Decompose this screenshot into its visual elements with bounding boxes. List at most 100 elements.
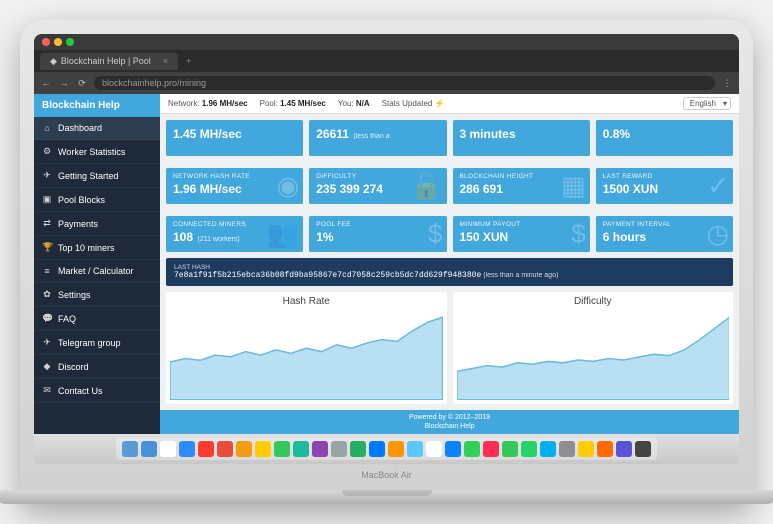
dock-app-icon[interactable]	[217, 441, 233, 457]
sidebar-item-worker-statistics[interactable]: ⚙ Worker Statistics	[34, 140, 160, 164]
minimize-window-button[interactable]	[54, 38, 62, 46]
sidebar-item-faq[interactable]: 💬FAQ	[34, 307, 160, 331]
card-bg-icon: ▦	[561, 171, 586, 202]
dock-app-icon[interactable]	[540, 441, 556, 457]
sidebar-item-label: Getting Started	[58, 171, 119, 181]
dock-app-icon[interactable]	[293, 441, 309, 457]
reload-button[interactable]: ⟳	[76, 78, 88, 89]
network-stat: Network: 1.96 MH/sec	[168, 99, 248, 108]
card-bg-icon: 👥	[267, 219, 299, 250]
dock-app-icon[interactable]	[236, 441, 252, 457]
dock-app-icon[interactable]	[122, 441, 138, 457]
card-value: 1500 XUN	[603, 182, 658, 196]
sidebar-item-label: Pool Blocks	[58, 195, 105, 205]
last-hash-panel: LAST HASH 7e8a1f91f5b215ebca36b08fd9ba95…	[166, 258, 733, 286]
laptop-frame: ◆ Blockchain Help | Pool × + ← → ⟳ block…	[20, 20, 753, 504]
sidebar-item-top-10-miners[interactable]: 🏆Top 10 miners	[34, 236, 160, 260]
language-select[interactable]: English	[683, 97, 731, 110]
dock-app-icon[interactable]	[141, 441, 157, 457]
dock-app-icon[interactable]	[559, 441, 575, 457]
sidebar-icon: ◆	[42, 361, 52, 372]
dock-app-icon[interactable]	[350, 441, 366, 457]
stat-card: NETWORK HASH RATE1.96 MH/sec◉	[166, 168, 303, 204]
card-value: 0.8%	[603, 127, 630, 141]
sidebar-icon: ⚙	[42, 146, 52, 157]
dock-app-icon[interactable]	[616, 441, 632, 457]
dock-app-icon[interactable]	[635, 441, 651, 457]
sidebar-item-label: Dashboard	[58, 123, 102, 133]
card-value: 1.45 MH/sec	[173, 127, 242, 141]
sidebar-icon: 💬	[42, 313, 52, 324]
sidebar-item-market-calculator[interactable]: ≡Market / Calculator	[34, 260, 160, 283]
dock-app-icon[interactable]	[179, 441, 195, 457]
sidebar-item-label: Worker Statistics	[58, 147, 125, 157]
browser-menu-icon[interactable]: ⋮	[721, 78, 733, 89]
dock-app-icon[interactable]	[331, 441, 347, 457]
stat-card: DIFFICULTY235 399 274🔓	[309, 168, 446, 204]
dock-app-icon[interactable]	[464, 441, 480, 457]
chart-title: Difficulty	[457, 296, 730, 307]
dock-app-icon[interactable]	[160, 441, 176, 457]
card-value: 26611	[316, 127, 349, 141]
close-tab-icon[interactable]: ×	[163, 56, 168, 66]
maximize-window-button[interactable]	[66, 38, 74, 46]
dock-app-icon[interactable]	[521, 441, 537, 457]
dock-app-icon[interactable]	[369, 441, 385, 457]
footer-line1: Powered by © 2012–2019	[163, 413, 736, 422]
window-controls	[34, 34, 739, 50]
dock-app-icon[interactable]	[388, 441, 404, 457]
stat-card: BLOCKCHAIN HEIGHT286 691▦	[453, 168, 590, 204]
footer-line2: Blockchain Help	[163, 422, 736, 431]
sidebar-item-pool-blocks[interactable]: ▣Pool Blocks	[34, 188, 160, 212]
sidebar-item-payments[interactable]: ⇄Payments	[34, 212, 160, 236]
laptop-model-label: MacBook Air	[34, 464, 739, 490]
sidebar-icon: ⌂	[42, 123, 52, 133]
dock-app-icon[interactable]	[578, 441, 594, 457]
sidebar-icon: ✈	[42, 337, 52, 348]
you-stat: You: N/A	[338, 99, 370, 108]
browser-tab[interactable]: ◆ Blockchain Help | Pool ×	[40, 53, 178, 70]
sidebar-icon: 🏆	[42, 242, 52, 253]
dock-app-icon[interactable]	[407, 441, 423, 457]
hashrate-sparkline	[170, 309, 443, 400]
card-value: 1%	[316, 230, 333, 244]
laptop-base	[0, 490, 773, 504]
sidebar-item-telegram-group[interactable]: ✈Telegram group	[34, 331, 160, 355]
stat-card: MINIMUM PAYOUT150 XUN$	[453, 216, 590, 252]
stats-updated: Stats Updated ⚡	[382, 99, 445, 108]
sidebar-item-label: Market / Calculator	[58, 266, 134, 276]
last-hash-value: 7e8a1f91f5b215ebca36b08fd9ba95867e7cd705…	[174, 271, 481, 280]
dock-app-icon[interactable]	[483, 441, 499, 457]
dock-app-icon[interactable]	[597, 441, 613, 457]
browser-toolbar: ← → ⟳ blockchainhelp.pro/mining ⋮	[34, 72, 739, 94]
dock-app-icon[interactable]	[312, 441, 328, 457]
card-subtext: (less than a	[353, 133, 389, 140]
new-tab-button[interactable]: +	[186, 56, 191, 66]
last-hash-label: LAST HASH	[174, 264, 725, 271]
dock-app-icon[interactable]	[274, 441, 290, 457]
stat-row-1: 1.45 MH/sec 26611 (less than a 3 minutes 0.…	[160, 114, 739, 162]
screen: ◆ Blockchain Help | Pool × + ← → ⟳ block…	[34, 34, 739, 434]
dock-app-icon[interactable]	[502, 441, 518, 457]
forward-button[interactable]: →	[58, 78, 70, 88]
close-window-button[interactable]	[42, 38, 50, 46]
dock-app-icon[interactable]	[198, 441, 214, 457]
stat-card: POOL FEE1%$	[309, 216, 446, 252]
card-value: 3 minutes	[460, 127, 516, 141]
card-value: 150 XUN	[460, 230, 509, 244]
dock-app-icon[interactable]	[426, 441, 442, 457]
dock-app-icon[interactable]	[255, 441, 271, 457]
sidebar-item-discord[interactable]: ◆Discord	[34, 355, 160, 379]
card-bg-icon: $	[428, 219, 442, 250]
macos-dock	[116, 438, 657, 460]
sidebar-icon: ✿	[42, 289, 52, 300]
sidebar-item-dashboard[interactable]: ⌂ Dashboard	[34, 117, 160, 140]
stat-card: 26611 (less than a	[309, 120, 446, 156]
sidebar-item-contact-us[interactable]: ✉Contact Us	[34, 379, 160, 403]
dock-app-icon[interactable]	[445, 441, 461, 457]
sidebar-item-settings[interactable]: ✿Settings	[34, 283, 160, 307]
back-button[interactable]: ←	[40, 78, 52, 88]
stat-card: 1.45 MH/sec	[166, 120, 303, 156]
url-input[interactable]: blockchainhelp.pro/mining	[94, 76, 715, 90]
sidebar-item-getting-started[interactable]: ✈Getting Started	[34, 164, 160, 188]
